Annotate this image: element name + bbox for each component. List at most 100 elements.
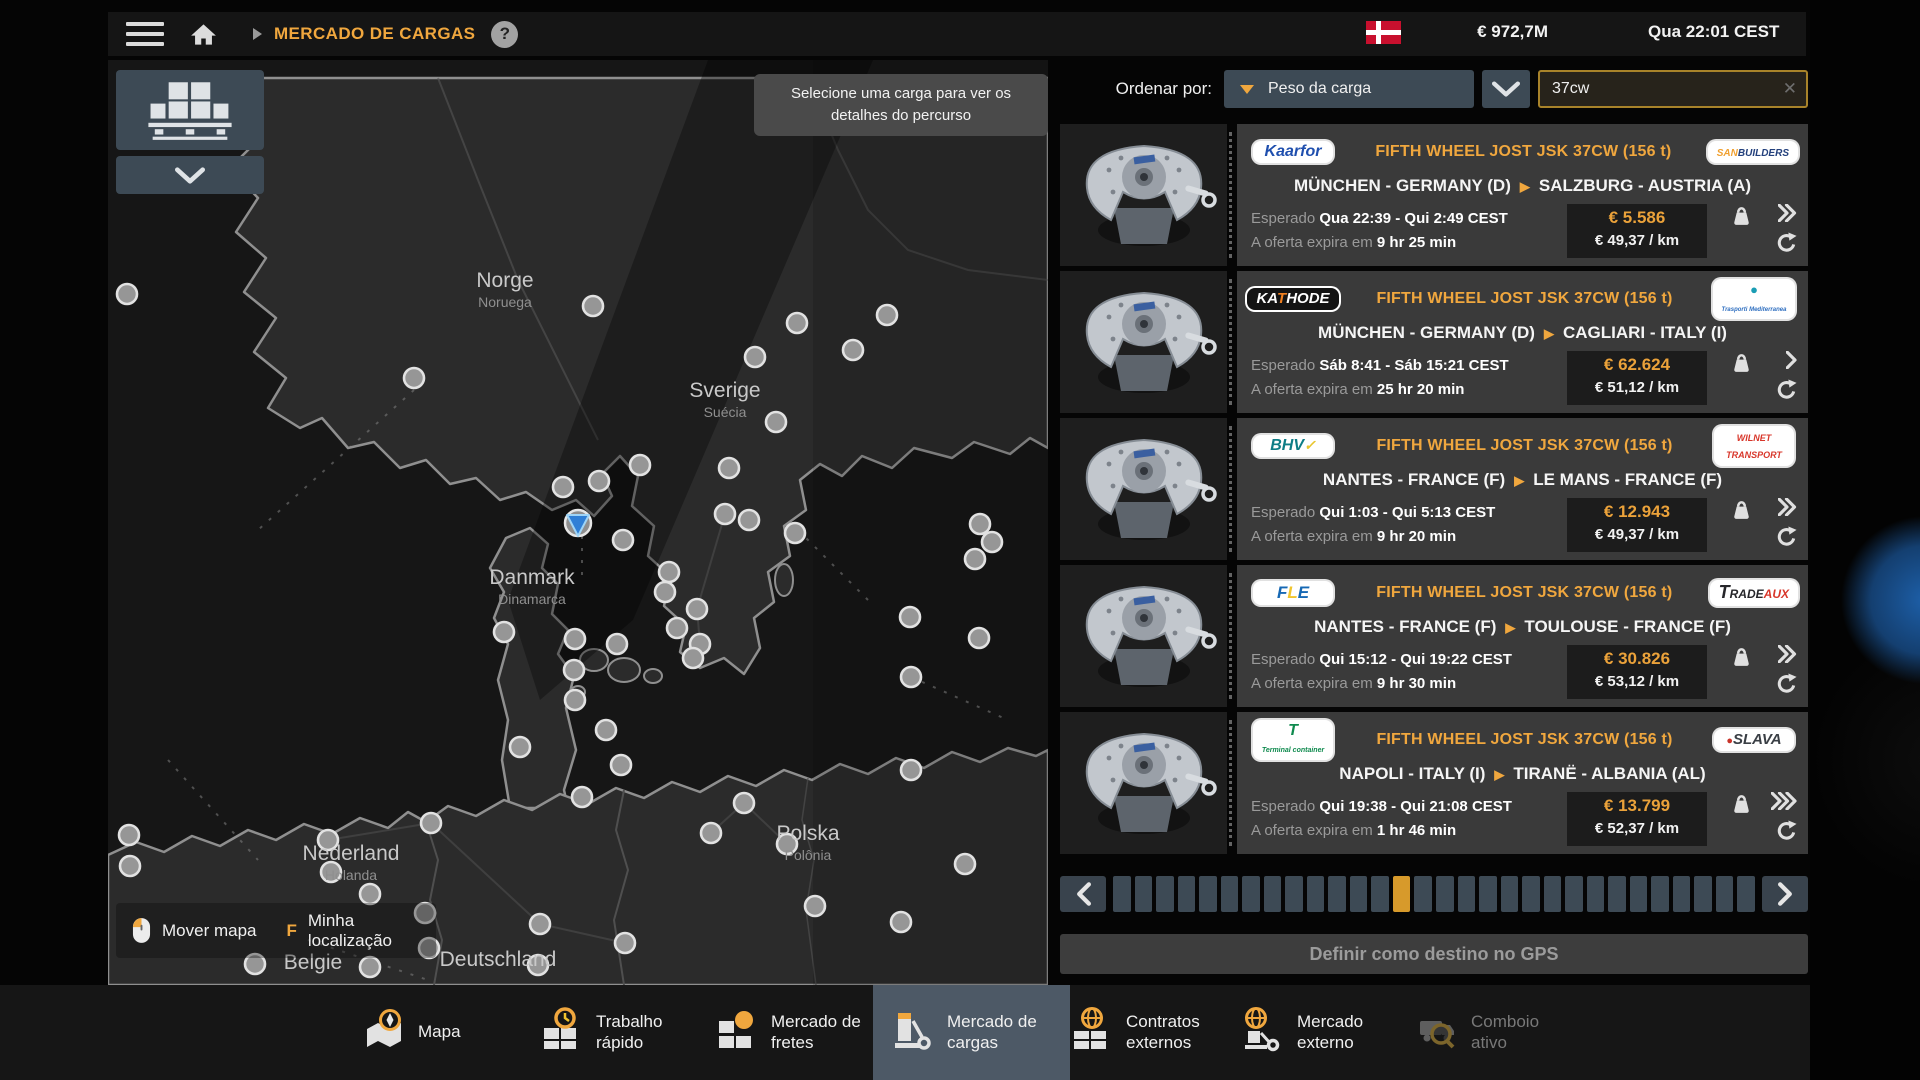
city-dot[interactable] bbox=[607, 634, 627, 654]
bottom-nav-item-map[interactable]: Mapa bbox=[361, 985, 461, 1080]
city-dot[interactable] bbox=[119, 825, 139, 845]
sort-dropdown[interactable]: Peso da carga bbox=[1224, 70, 1474, 108]
city-dot[interactable] bbox=[596, 720, 616, 740]
page-block[interactable] bbox=[1221, 876, 1239, 912]
city-dot[interactable] bbox=[564, 660, 584, 680]
city-dot[interactable] bbox=[687, 599, 707, 619]
city-dot[interactable] bbox=[120, 856, 140, 876]
city-dot[interactable] bbox=[404, 368, 424, 388]
city-dot[interactable] bbox=[683, 648, 703, 668]
city-dot[interactable] bbox=[805, 896, 825, 916]
city-dot[interactable] bbox=[970, 514, 990, 534]
search-input[interactable] bbox=[1540, 72, 1806, 106]
city-dot[interactable] bbox=[891, 912, 911, 932]
sort-expand-button[interactable] bbox=[1482, 70, 1530, 108]
city-dot[interactable] bbox=[843, 340, 863, 360]
bottom-nav-item-convoy[interactable]: Comboio ativo bbox=[1414, 985, 1577, 1080]
europe-map[interactable]: NorgeNoruegaSverigeSuéciaDanmarkDinamarc… bbox=[108, 60, 1048, 985]
page-block[interactable] bbox=[1199, 876, 1217, 912]
page-block[interactable] bbox=[1414, 876, 1432, 912]
page-block[interactable] bbox=[1587, 876, 1605, 912]
city-dot[interactable] bbox=[360, 957, 380, 977]
page-block[interactable] bbox=[1716, 876, 1734, 912]
city-dot[interactable] bbox=[982, 532, 1002, 552]
city-dot[interactable] bbox=[613, 530, 633, 550]
home-icon[interactable] bbox=[190, 22, 217, 47]
bottom-nav-item-external-contracts[interactable]: Contratos externos bbox=[1069, 985, 1232, 1080]
page-block[interactable] bbox=[1522, 876, 1540, 912]
city-dot[interactable] bbox=[615, 933, 635, 953]
page-block[interactable] bbox=[1156, 876, 1174, 912]
cargo-job-row[interactable]: KATHODE FIFTH WHEEL JOST JSK 37CW (156 t… bbox=[1060, 271, 1808, 413]
page-block[interactable] bbox=[1242, 876, 1260, 912]
page-block[interactable] bbox=[1285, 876, 1303, 912]
city-dot[interactable] bbox=[900, 607, 920, 627]
city-dot[interactable] bbox=[421, 813, 441, 833]
page-block[interactable] bbox=[1371, 876, 1389, 912]
city-dot[interactable] bbox=[955, 854, 975, 874]
cargo-job-row[interactable]: BHV✓ FIFTH WHEEL JOST JSK 37CW (156 t) W… bbox=[1060, 418, 1808, 560]
city-dot[interactable] bbox=[701, 823, 721, 843]
city-dot[interactable] bbox=[715, 504, 735, 524]
city-dot[interactable] bbox=[745, 347, 765, 367]
page-block[interactable] bbox=[1307, 876, 1325, 912]
page-block[interactable] bbox=[1264, 876, 1282, 912]
city-dot[interactable] bbox=[659, 562, 679, 582]
page-block[interactable] bbox=[1651, 876, 1669, 912]
city-dot[interactable] bbox=[766, 412, 786, 432]
collapse-panel-button[interactable] bbox=[116, 156, 264, 194]
city-dot[interactable] bbox=[655, 582, 675, 602]
page-block[interactable] bbox=[1328, 876, 1346, 912]
city-dot[interactable] bbox=[901, 760, 921, 780]
city-dot[interactable] bbox=[530, 914, 550, 934]
cargo-job-row[interactable]: FLE FIFTH WHEEL JOST JSK 37CW (156 t) TR… bbox=[1060, 565, 1808, 707]
page-block[interactable] bbox=[1113, 876, 1131, 912]
clear-search-icon[interactable]: ✕ bbox=[1783, 79, 1797, 99]
page-block[interactable] bbox=[1479, 876, 1497, 912]
city-dot[interactable] bbox=[969, 628, 989, 648]
cargo-overview-button[interactable] bbox=[116, 70, 264, 150]
city-dot[interactable] bbox=[965, 549, 985, 569]
page-block[interactable] bbox=[1458, 876, 1476, 912]
city-dot[interactable] bbox=[630, 455, 650, 475]
page-block[interactable] bbox=[1436, 876, 1454, 912]
city-dot[interactable] bbox=[719, 458, 739, 478]
city-dot[interactable] bbox=[510, 737, 530, 757]
page-block[interactable] bbox=[1501, 876, 1519, 912]
city-dot[interactable] bbox=[667, 618, 687, 638]
city-dot[interactable] bbox=[117, 284, 137, 304]
city-dot[interactable] bbox=[494, 622, 514, 642]
city-dot[interactable] bbox=[739, 510, 759, 530]
page-block-active[interactable] bbox=[1393, 876, 1411, 912]
city-dot[interactable] bbox=[589, 471, 609, 491]
city-dot[interactable] bbox=[360, 884, 380, 904]
bottom-nav-item-freight-market[interactable]: Mercado de fretes bbox=[714, 985, 877, 1080]
city-dot[interactable] bbox=[787, 313, 807, 333]
bottom-nav-item-cargo-market[interactable]: Mercado de cargas bbox=[873, 985, 1070, 1080]
cargo-job-row[interactable]: TTerminal container FIFTH WHEEL JOST JSK… bbox=[1060, 712, 1808, 854]
city-dot[interactable] bbox=[611, 755, 631, 775]
help-icon[interactable]: ? bbox=[491, 21, 518, 48]
cargo-job-row[interactable]: Kaarfor FIFTH WHEEL JOST JSK 37CW (156 t… bbox=[1060, 124, 1808, 266]
city-dot[interactable] bbox=[553, 477, 573, 497]
previous-page-button[interactable] bbox=[1060, 876, 1106, 912]
page-block[interactable] bbox=[1178, 876, 1196, 912]
page-block[interactable] bbox=[1350, 876, 1368, 912]
page-block[interactable] bbox=[1630, 876, 1648, 912]
hamburger-menu-icon[interactable] bbox=[126, 22, 164, 46]
city-dot[interactable] bbox=[877, 305, 897, 325]
bottom-nav-item-quick-job[interactable]: Trabalho rápido bbox=[539, 985, 702, 1080]
page-block[interactable] bbox=[1737, 876, 1755, 912]
page-block[interactable] bbox=[1673, 876, 1691, 912]
map-panel[interactable]: NorgeNoruegaSverigeSuéciaDanmarkDinamarc… bbox=[108, 60, 1048, 985]
page-block[interactable] bbox=[1565, 876, 1583, 912]
page-block[interactable] bbox=[1608, 876, 1626, 912]
city-dot[interactable] bbox=[734, 793, 754, 813]
page-block[interactable] bbox=[1135, 876, 1153, 912]
city-dot[interactable] bbox=[572, 787, 592, 807]
city-dot[interactable] bbox=[785, 523, 805, 543]
next-page-button[interactable] bbox=[1762, 876, 1808, 912]
city-dot[interactable] bbox=[565, 629, 585, 649]
bottom-nav-item-external-market[interactable]: Mercado externo bbox=[1240, 985, 1403, 1080]
city-dot[interactable] bbox=[901, 667, 921, 687]
